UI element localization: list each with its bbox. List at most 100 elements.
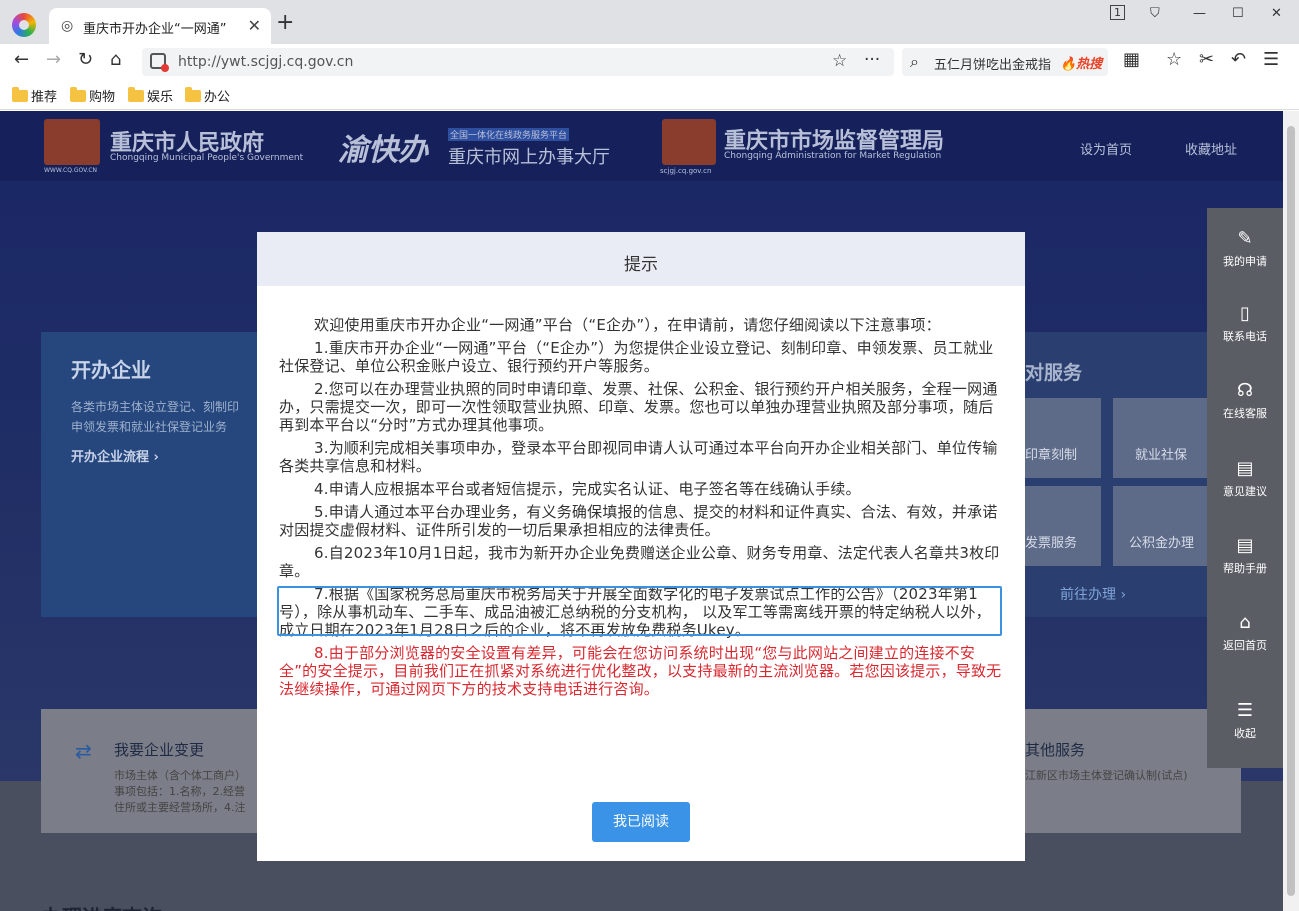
browser-tab[interactable]: ◎ 重庆市开办企业“一网通” ✕ — [49, 8, 271, 44]
undo-icon[interactable]: ↶ — [1231, 51, 1246, 69]
tab-title: 重庆市开办企业“一网通” — [83, 22, 227, 37]
bookmark-item[interactable]: 推荐 — [12, 86, 57, 105]
online-service-button[interactable]: ☊ 在线客服 — [1207, 380, 1283, 421]
address-bar[interactable]: http://ywt.scjgj.cq.gov.cn ☆ ··· — [142, 48, 894, 76]
reload-icon[interactable]: ↻ — [78, 51, 93, 69]
scissors-icon[interactable]: ✂ — [1199, 51, 1214, 69]
goto-link[interactable]: 前往办理 › — [1060, 584, 1126, 604]
browser-tabbar: ◎ 重庆市开办企业“一网通” ✕ + 1 ⛉ — ☐ ✕ — [0, 0, 1299, 44]
floating-sidebar: ✎ 我的申请 ▯ 联系电话 ☊ 在线客服 ▤ 意见建议 ▤ 帮助手册 ⌂ 返回首页 ☰ 收起 — [1207, 208, 1283, 768]
swap-icon: ⇄ — [75, 739, 92, 763]
folder-icon — [12, 87, 28, 102]
notice-paragraph-highlighted: 6.自2023年10月1日起，我市为新开办企业免费赠送企业公章、财务专用章、法定… — [279, 544, 1000, 580]
gov-url: WWW.CQ.GOV.CN — [44, 167, 98, 174]
folder-icon — [128, 87, 144, 102]
browser-logo-icon — [12, 13, 36, 37]
collapse-icon: ☰ — [1236, 700, 1254, 721]
maximize-icon[interactable]: ☐ — [1232, 6, 1244, 21]
insecure-icon[interactable] — [150, 53, 169, 72]
back-icon[interactable]: ← — [14, 51, 29, 69]
business-change-title: 我要企业变更 — [114, 741, 205, 759]
favorite-link[interactable]: 收藏地址 — [1185, 139, 1237, 158]
collapse-button[interactable]: ☰ 收起 — [1207, 700, 1283, 741]
dialog-title: 提示 — [257, 232, 1025, 286]
back-home-button[interactable]: ⌂ 返回首页 — [1207, 612, 1283, 653]
headset-icon: ☊ — [1237, 380, 1253, 401]
tab-count-badge[interactable]: 1 — [1110, 5, 1125, 20]
new-tab-button[interactable]: + — [276, 12, 294, 34]
hamburger-menu-icon[interactable]: ☰ — [1263, 51, 1279, 69]
navigation-bar: ← → ↻ ⌂ http://ywt.scjgj.cq.gov.cn ☆ ···… — [0, 44, 1299, 78]
bookmark-item[interactable]: 购物 — [70, 86, 115, 105]
smr-url: scjgj.cq.gov.cn — [660, 167, 712, 175]
business-change-desc: 市场主体（含个体工商户） — [114, 769, 246, 782]
business-change-card[interactable]: ⇄ 我要企业变更 市场主体（含个体工商户） 事项包括：1.名称，2.经营 住所或… — [41, 709, 257, 833]
book-icon: ▤ — [1236, 458, 1254, 479]
open-business-desc: 申领发票和就业社保登记业务 — [71, 420, 228, 434]
open-business-title: 开办企业 — [71, 358, 151, 382]
notice-paragraph: 欢迎使用重庆市开办企业“一网通”平台（“E企办”），在申请前，请您仔细阅读以下注… — [314, 316, 941, 334]
feedback-button[interactable]: ▤ 意见建议 — [1207, 458, 1283, 499]
globe-icon: ◎ — [61, 18, 74, 34]
page-scrollbar[interactable] — [1283, 111, 1299, 911]
highlight-box — [277, 586, 1002, 636]
ykb-tag: 全国一体化在线政务服务平台 — [448, 128, 570, 141]
menu-min-icon[interactable]: — — [1193, 6, 1206, 21]
favorites-icon[interactable]: ☆ — [1166, 51, 1182, 69]
help-manual-button[interactable]: ▤ 帮助手册 — [1207, 535, 1283, 576]
other-services-desc: 江新区市场主体登记确认制(试点) — [1025, 769, 1188, 782]
search-icon: ⌕ — [910, 52, 919, 71]
phone-icon: ▯ — [1240, 303, 1250, 324]
related-services-title: 对服务 — [1025, 362, 1083, 384]
smr-emblem-icon — [662, 119, 716, 165]
social-security-service[interactable]: 就业社保 — [1113, 398, 1213, 478]
bookmark-item[interactable]: 办公 — [185, 86, 230, 105]
ykb-name[interactable]: 重庆市网上办事大厅 — [448, 143, 610, 169]
open-business-card[interactable]: 开办企业 各类市场主体设立登记、刻制印 申领发票和就业社保登记业务 开办企业流程… — [41, 332, 257, 617]
scrollbar-thumb[interactable] — [1287, 126, 1295, 896]
apps-grid-icon[interactable]: ▦ — [1123, 51, 1140, 69]
confirm-read-button[interactable]: 我已阅读 — [592, 802, 690, 842]
invoice-service[interactable]: 发票服务 — [1025, 486, 1101, 566]
contact-phone-button[interactable]: ▯ 联系电话 — [1207, 303, 1283, 344]
hot-search-label[interactable]: 🔥热搜 — [1060, 53, 1102, 72]
more-icon[interactable]: ··· — [864, 50, 880, 70]
notice-dialog: 提示 欢迎使用重庆市开办企业“一网通”平台（“E企办”），在申请前，请您仔细阅读… — [257, 232, 1025, 861]
home-icon: ⌂ — [1239, 612, 1251, 633]
gov-en: Chongqing Municipal People's Government — [110, 153, 304, 163]
edit-doc-icon: ✎ — [1237, 228, 1253, 249]
folder-icon — [185, 87, 201, 102]
business-change-desc: 住所或主要经营场所，4.注 — [114, 801, 246, 814]
smr-en: Chongqing Administration for Market Regu… — [724, 151, 942, 161]
seal-service[interactable]: 印章刻制 — [1025, 398, 1101, 478]
dialog-body: 欢迎使用重庆市开办企业“一网通”平台（“E企办”），在申请前，请您仔细阅读以下注… — [279, 316, 1003, 703]
notice-paragraph: 1.重庆市开办企业“一网通”平台（“E企办”）为您提供企业设立登记、刻制印章、申… — [279, 339, 994, 375]
notice-paragraph: 4.申请人应根据本平台或者短信提示，完成实名认证、电子签名等在线确认手续。 — [314, 480, 861, 498]
site-header: 重庆市人民政府 Chongqing Municipal People's Gov… — [0, 111, 1283, 181]
fund-service[interactable]: 公积金办理 — [1113, 486, 1213, 566]
bookmark-item[interactable]: 娱乐 — [128, 86, 173, 105]
search-box[interactable]: ⌕ 五仁月饼吃出金戒指 🔥热搜 — [902, 48, 1108, 76]
url-text[interactable]: http://ywt.scjgj.cq.gov.cn — [178, 54, 353, 70]
forward-icon[interactable]: → — [46, 51, 61, 69]
other-services-title: 其他服务 — [1025, 741, 1086, 759]
open-business-desc: 各类市场主体设立登记、刻制印 — [71, 400, 240, 414]
shirt-icon[interactable]: ⛉ — [1150, 6, 1160, 21]
close-window-icon[interactable]: ✕ — [1271, 6, 1282, 21]
set-home-link[interactable]: 设为首页 — [1080, 139, 1132, 158]
gov-emblem-icon — [44, 119, 100, 165]
notice-paragraph: 2.您可以在办理营业执照的同时申请印章、发票、社保、公积金、银行预约开户相关服务… — [279, 380, 998, 434]
ykb-logo[interactable]: 渝快办 — [338, 125, 428, 169]
progress-query-title: 办理进度查询 — [42, 901, 162, 911]
bookmark-star-icon[interactable]: ☆ — [832, 51, 847, 71]
notice-paragraph: 3.为顺利完成相关事项申办，登录本平台即视同申请人认可通过本平台向开办企业相关部… — [279, 439, 998, 475]
manual-icon: ▤ — [1236, 535, 1254, 556]
business-change-desc: 事项包括：1.名称，2.经营 — [114, 785, 245, 798]
tab-close-icon[interactable]: ✕ — [248, 16, 261, 35]
search-query[interactable]: 五仁月饼吃出金戒指 — [934, 54, 1051, 73]
folder-icon — [70, 87, 86, 102]
my-application-button[interactable]: ✎ 我的申请 — [1207, 228, 1283, 269]
open-business-flow-link[interactable]: 开办企业流程 › — [71, 446, 159, 465]
notice-warning-paragraph: 8.由于部分浏览器的安全设置有差异，可能会在您访问系统时出现“您与此网站之间建立… — [279, 644, 1002, 698]
home-icon[interactable]: ⌂ — [110, 51, 121, 69]
